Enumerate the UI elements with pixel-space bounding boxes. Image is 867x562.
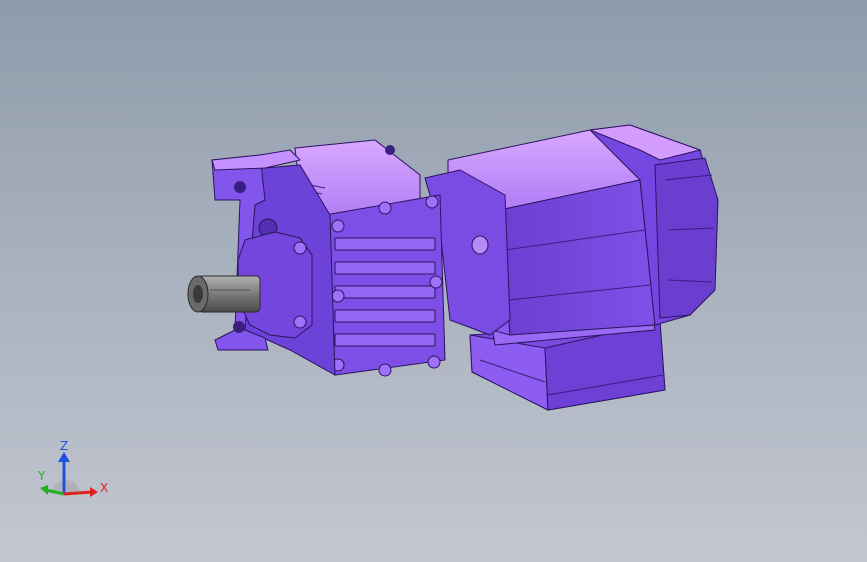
y-arrowhead-icon	[40, 485, 48, 495]
z-axis-label: Z	[60, 440, 68, 453]
gear-motor-model[interactable]	[0, 0, 867, 562]
axis-triad[interactable]: Z X Y	[30, 440, 120, 510]
x-axis-arrow	[63, 490, 93, 496]
x-arrowhead-icon	[90, 487, 98, 497]
x-axis-label: X	[100, 481, 108, 495]
output-shaft	[187, 275, 261, 313]
y-axis-label: Y	[37, 469, 46, 483]
cad-viewport[interactable]: Z X Y	[0, 0, 867, 562]
z-arrowhead-icon	[58, 452, 70, 462]
